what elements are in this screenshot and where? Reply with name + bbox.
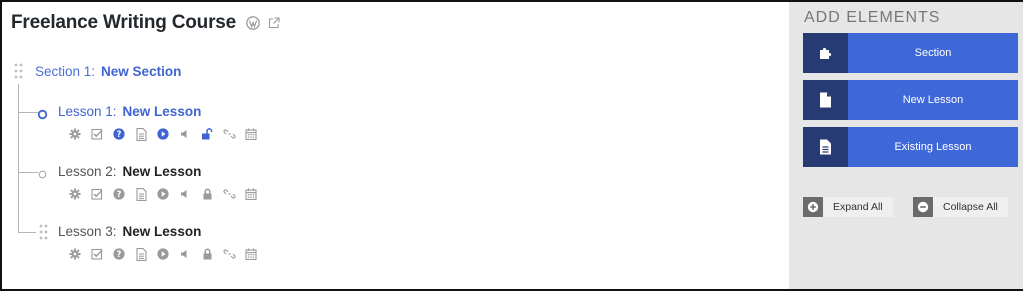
lesson-toolbar: ? [64,127,262,141]
course-outline-panel: Freelance Writing Course Section 1: New … [2,2,789,289]
unlock-icon[interactable] [196,127,218,141]
add-section-label: Section [914,47,952,59]
lesson-drag-handle[interactable] [39,224,48,245]
tree-branch [18,172,38,173]
wordpress-icon[interactable] [246,16,260,30]
add-elements-sidebar: ADD ELEMENTS Section New Lesson Existing… [789,2,1023,289]
document-icon[interactable] [130,247,152,261]
minus-circle-icon [913,197,933,217]
section-drag-handle[interactable] [14,63,23,84]
document-icon[interactable] [130,127,152,141]
tree-branch [18,112,38,113]
lesson-name: New Lesson [122,104,202,119]
audio-icon[interactable] [174,247,196,261]
help-icon[interactable]: ? [108,127,130,141]
calendar-icon[interactable] [240,127,262,141]
lesson-number: Lesson 3: [58,224,117,239]
course-title: Freelance Writing Course [11,12,237,33]
add-existing-lesson-button[interactable]: Existing Lesson [803,127,1018,167]
svg-text:?: ? [117,190,122,200]
help-icon[interactable]: ? [108,247,130,261]
lesson-row: Lesson 3: New Lesson ? [2,222,789,262]
expand-all-label: Expand All [833,201,883,213]
audio-icon[interactable] [174,187,196,201]
add-section-button[interactable]: Section [803,33,1018,73]
lock-icon[interactable] [196,247,218,261]
lesson-number: Lesson 1: [58,104,117,119]
audio-icon[interactable] [174,127,196,141]
lesson-toolbar: ? [64,187,262,201]
collapse-all-label: Collapse All [943,201,998,213]
checkbox-icon[interactable] [86,127,108,141]
add-new-lesson-label: New Lesson [902,94,964,106]
lesson-title[interactable]: Lesson 2: New Lesson [58,164,201,179]
link-icon[interactable] [218,127,240,141]
lesson-name: New Lesson [122,164,202,179]
collapse-all-button[interactable]: Collapse All [913,197,1008,217]
checkbox-icon[interactable] [86,247,108,261]
svg-text:?: ? [117,250,122,260]
document-icon[interactable] [130,187,152,201]
lesson-name: New Lesson [122,224,202,239]
add-new-lesson-button[interactable]: New Lesson [803,80,1018,120]
play-icon[interactable] [152,127,174,141]
section-name: New Section [101,64,182,79]
play-icon[interactable] [152,187,174,201]
lesson-number: Lesson 2: [58,164,117,179]
lesson-node-marker [37,167,48,185]
document-lines-icon [803,127,848,167]
course-header: Freelance Writing Course [11,10,280,36]
link-icon[interactable] [218,247,240,261]
lesson-row: Lesson 1: New Lesson ? [2,102,789,142]
link-icon[interactable] [218,187,240,201]
gear-icon[interactable] [64,187,86,201]
plus-circle-icon [803,197,823,217]
document-icon [803,80,848,120]
puzzle-icon [803,33,848,73]
lesson-toolbar: ? [64,247,262,261]
svg-text:?: ? [117,130,122,140]
lesson-row: Lesson 2: New Lesson ? [2,162,789,202]
add-existing-lesson-label: Existing Lesson [894,141,972,153]
sidebar-title: ADD ELEMENTS [804,9,941,26]
play-icon[interactable] [152,247,174,261]
calendar-icon[interactable] [240,247,262,261]
lesson-title[interactable]: Lesson 3: New Lesson [58,224,201,239]
gear-icon[interactable] [64,127,86,141]
lesson-node-marker [37,107,48,125]
expand-all-button[interactable]: Expand All [803,197,893,217]
section-number: Section 1: [35,64,96,79]
help-icon[interactable]: ? [108,187,130,201]
window-frame: Freelance Writing Course Section 1: New … [0,0,1023,291]
section-title[interactable]: Section 1: New Section [35,64,181,79]
tree-branch [18,232,36,233]
calendar-icon[interactable] [240,187,262,201]
gear-icon[interactable] [64,247,86,261]
lesson-title[interactable]: Lesson 1: New Lesson [58,104,201,119]
checkbox-icon[interactable] [86,187,108,201]
lock-icon[interactable] [196,187,218,201]
external-link-icon[interactable] [268,17,280,29]
